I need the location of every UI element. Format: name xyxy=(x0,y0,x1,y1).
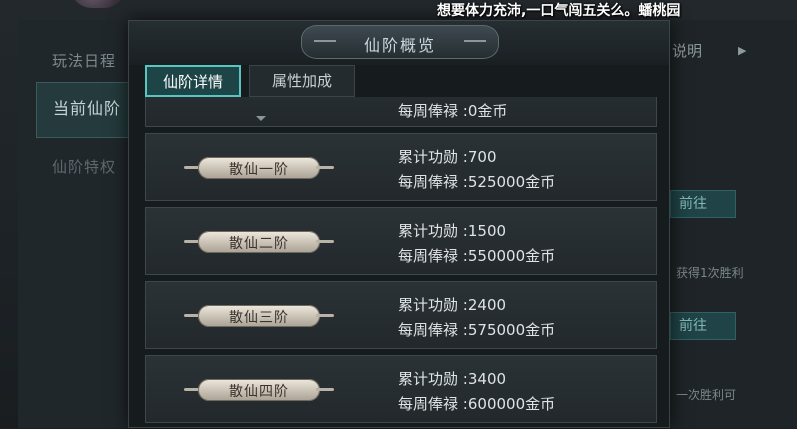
merit-stat: 累计功勋 :1500 xyxy=(398,220,506,241)
tier-row: 散仙一阶 累计功勋 :700 每周俸禄 :525000金币 xyxy=(145,133,657,201)
goto-button[interactable]: 前往 xyxy=(670,190,736,218)
salary-value: :550000金币 xyxy=(462,247,556,265)
tier-name: 散仙四阶 xyxy=(229,384,289,400)
merit-label: 累计功勋 xyxy=(398,222,459,240)
tier-row: 散仙二阶 累计功勋 :1500 每周俸禄 :550000金币 xyxy=(145,207,657,275)
tier-name: 散仙一阶 xyxy=(229,162,289,178)
schedule-label: 玩法日程 xyxy=(52,52,117,70)
tier-row: 散仙四阶 累计功勋 :3400 每周俸禄 :600000金币 xyxy=(145,355,657,423)
tier-overview-modal: 仙阶概览 仙阶详情 属性加成 每周俸禄 :0金币 散仙一阶 累计功勋 :700 xyxy=(128,20,670,428)
merit-label: 累计功勋 xyxy=(398,148,459,166)
merit-value: :3400 xyxy=(462,370,507,388)
current-tier-button[interactable]: 当前仙阶 xyxy=(36,82,130,138)
merit-label: 累计功勋 xyxy=(398,370,459,388)
tier-badge: 散仙一阶 xyxy=(184,155,334,181)
merit-stat: 累计功勋 :3400 xyxy=(398,368,506,389)
tier-list[interactable]: 每周俸禄 :0金币 散仙一阶 累计功勋 :700 每周俸禄 :525000金币 xyxy=(145,97,657,429)
salary-stat: 每周俸禄 :550000金币 xyxy=(398,245,555,266)
salary-value: :600000金币 xyxy=(462,395,556,413)
merit-value: :2400 xyxy=(462,296,507,314)
tier-badge: 散仙二阶 xyxy=(184,229,334,255)
tier-name: 散仙二阶 xyxy=(229,236,289,252)
salary-stat: 每周俸禄 :525000金币 xyxy=(398,171,555,192)
salary-label: 每周俸禄 xyxy=(398,102,459,120)
tier-row: 每周俸禄 :0金币 xyxy=(145,97,657,127)
explain-button[interactable]: 说明 xyxy=(672,40,702,61)
salary-value: :525000金币 xyxy=(462,173,556,191)
salary-label: 每周俸禄 xyxy=(398,173,459,191)
background-note: 一次胜利可 xyxy=(676,388,737,402)
goto-button[interactable]: 前往 xyxy=(670,312,736,340)
merit-stat: 累计功勋 :2400 xyxy=(398,294,506,315)
modal-title: 仙阶概览 xyxy=(363,36,436,55)
tier-privilege-button[interactable]: 仙阶特权 xyxy=(52,156,116,177)
tier-name: 散仙三阶 xyxy=(229,310,289,326)
merit-value: :700 xyxy=(462,148,497,166)
title-plate: 仙阶概览 xyxy=(301,25,499,59)
salary-value: :575000金币 xyxy=(462,321,556,339)
salary-label: 每周俸禄 xyxy=(398,395,459,413)
merit-stat: 累计功勋 :700 xyxy=(398,146,496,167)
merit-value: :1500 xyxy=(462,222,507,240)
tier-badge: 散仙四阶 xyxy=(184,377,334,403)
current-tier-label: 当前仙阶 xyxy=(53,99,122,118)
salary-label: 每周俸禄 xyxy=(398,247,459,265)
tier-row: 散仙三阶 累计功勋 :2400 每周俸禄 :575000金币 xyxy=(145,281,657,349)
salary-stat: 每周俸禄 :600000金币 xyxy=(398,393,555,414)
salary-stat: 每周俸禄 :0金币 xyxy=(398,100,507,121)
tab-attribute-bonus[interactable]: 属性加成 xyxy=(249,65,355,97)
merit-label: 累计功勋 xyxy=(398,296,459,314)
background-note: 获得1次胜利 xyxy=(676,266,744,280)
salary-stat: 每周俸禄 :575000金币 xyxy=(398,319,555,340)
modal-header: 仙阶概览 xyxy=(129,21,669,65)
tier-badge: 散仙三阶 xyxy=(184,303,334,329)
chevron-down-icon xyxy=(256,116,266,121)
tab-tier-details[interactable]: 仙阶详情 xyxy=(145,65,241,97)
right-panel xyxy=(668,20,797,428)
salary-value: :0金币 xyxy=(462,102,508,120)
chevron-right-icon: ▶ xyxy=(738,44,747,57)
salary-label: 每周俸禄 xyxy=(398,321,459,339)
subtitle-caption: 想要体力充沛,一口气闯五关么。蟠桃园 xyxy=(437,3,681,19)
